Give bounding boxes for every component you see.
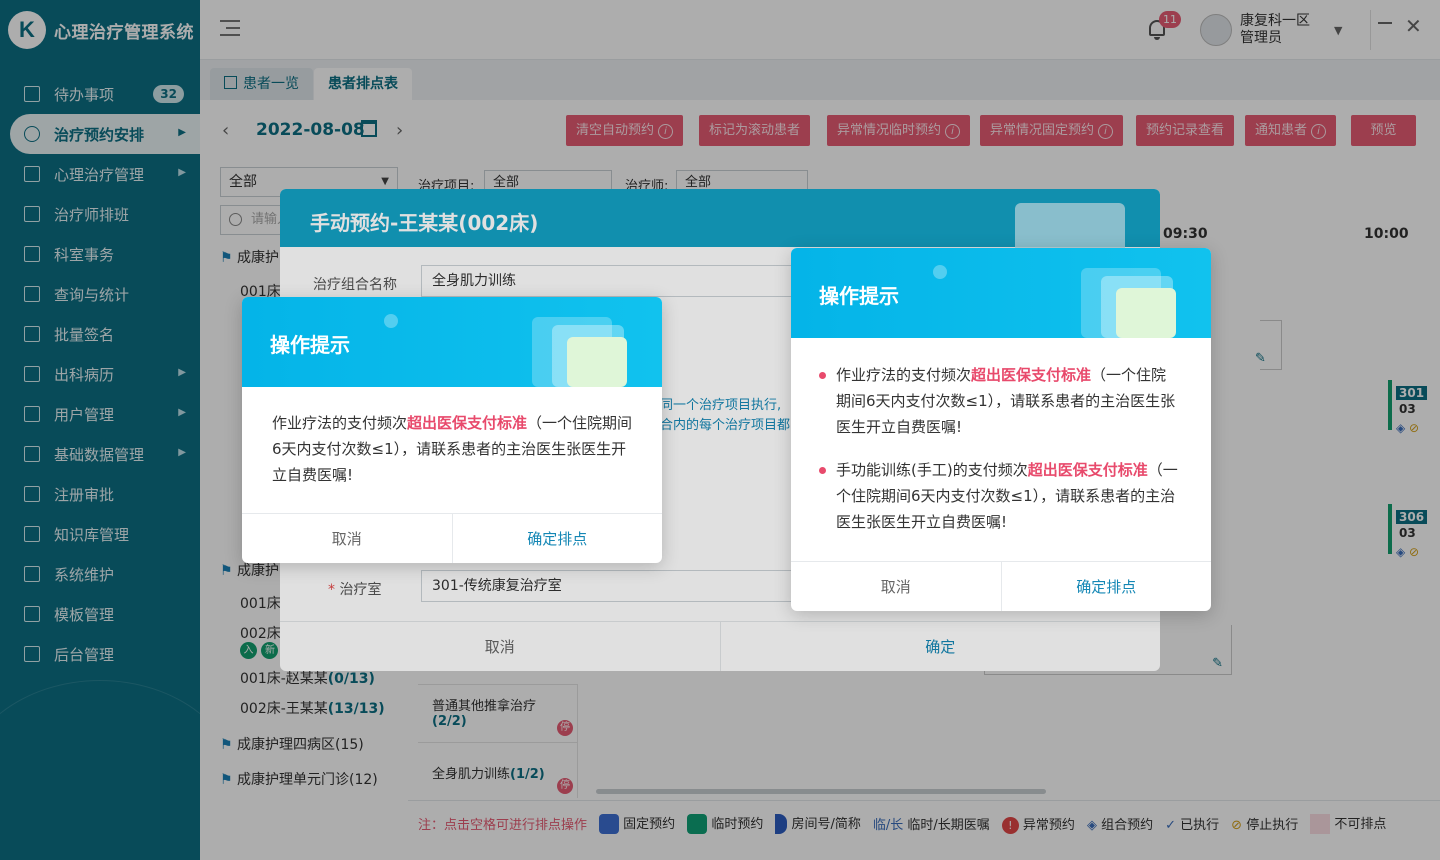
popup-footer: 取消 确定排点 xyxy=(242,513,662,563)
bullet-icon xyxy=(819,467,826,474)
bubble-decoration xyxy=(933,265,947,279)
popup-header: 操作提示 xyxy=(791,248,1211,338)
document-illustration xyxy=(1116,288,1176,338)
popup-footer: 取消 确定排点 xyxy=(791,561,1211,611)
warning-popup-left: 操作提示 作业疗法的支付频次超出医保支付标准（一个住院期间6天内支付次数≤1），… xyxy=(242,297,662,563)
document-illustration xyxy=(567,337,627,387)
popup-title: 操作提示 xyxy=(270,333,350,357)
popup-confirm-button[interactable]: 确定排点 xyxy=(453,514,663,563)
popup-message: 作业疗法的支付频次超出医保支付标准（一个住院期间6天内支付次数≤1），请联系患者… xyxy=(272,414,633,484)
popup-message-1: 作业疗法的支付频次超出医保支付标准（一个住院期间6天内支付次数≤1），请联系患者… xyxy=(819,362,1179,440)
warning-popup-right: 操作提示 作业疗法的支付频次超出医保支付标准（一个住院期间6天内支付次数≤1），… xyxy=(791,248,1211,611)
popup-title: 操作提示 xyxy=(819,284,899,308)
popup-cancel-button[interactable]: 取消 xyxy=(242,514,453,563)
bubble-decoration xyxy=(384,314,398,328)
popup-confirm-button[interactable]: 确定排点 xyxy=(1002,562,1212,611)
popup-message-2: 手功能训练(手工)的支付频次超出医保支付标准（一个住院期间6天内支付次数≤1），… xyxy=(819,457,1179,535)
bullet-icon xyxy=(819,372,826,379)
popup-cancel-button[interactable]: 取消 xyxy=(791,562,1002,611)
popup-header: 操作提示 xyxy=(242,297,662,387)
